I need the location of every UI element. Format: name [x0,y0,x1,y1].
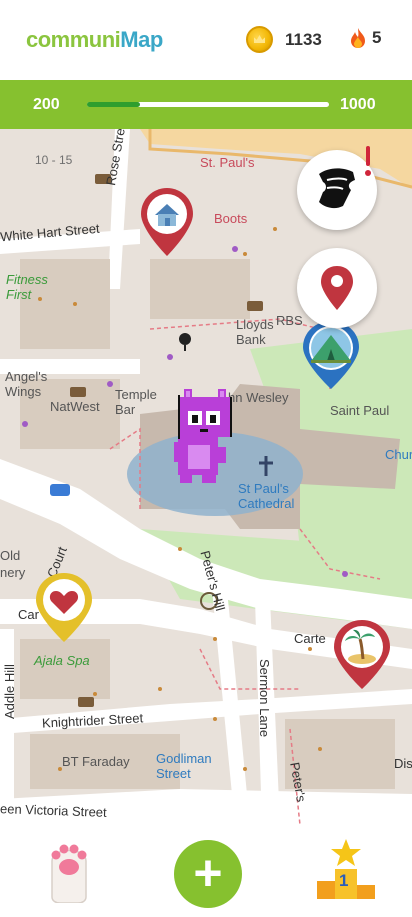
paw-icon[interactable] [44,837,94,903]
home-location-pin[interactable] [137,186,197,258]
bottom-navigation: + 1 [0,825,412,917]
map-label-addle-hill: Addle Hill [2,664,17,719]
map-label-chur: Chur [385,447,412,462]
map-label-nery: nery [0,565,26,580]
map-label-range: 10 - 15 [35,153,73,167]
coin-counter[interactable]: 1133 [246,26,322,53]
map-label-dis: Dis [394,756,412,771]
podium-rank-number: 1 [339,871,349,890]
map-label-carte: Carte [294,631,326,646]
map-label-sermon-lane: Sermon Lane [257,659,272,738]
logo-part-map: Map [120,27,163,52]
leaderboard-button[interactable]: 1 [313,837,379,903]
map-label-natwest: NatWest [50,399,100,414]
map-label-temple-bar: Temple Bar [115,387,157,417]
podium-icon [317,839,375,899]
streak-counter[interactable]: 5 [350,28,381,48]
map-marker-icon [321,266,353,310]
map-label-ajala-spa: Ajala Spa [34,653,90,668]
app-header: communiMap 1133 5 [0,0,412,80]
map-label-bt-faraday: BT Faraday [62,754,130,769]
alert-exclamation-icon [365,146,371,176]
map-label-godliman-street: Godliman Street [156,751,212,781]
player-avatar-cat[interactable] [172,387,238,487]
camping-location-pin[interactable] [300,319,362,391]
map-label-cathedral: St Paul's Cathedral [238,481,295,511]
map-label-old: Old [0,548,21,563]
add-button[interactable]: + [174,840,242,908]
map-label-saint-paul: Saint Paul [330,403,390,418]
streak-count: 5 [372,28,382,47]
progress-fill [87,102,141,107]
coin-icon [246,26,273,53]
level-progress: 200 1000 [0,80,412,129]
flame-icon [351,28,365,48]
favorite-location-pin[interactable] [33,570,95,644]
app-logo: communiMap [26,27,163,53]
coin-count: 1133 [285,29,322,49]
map-label-fitness-first: Fitness First [6,272,48,302]
map-label-boots: Boots [214,211,248,226]
map-view[interactable]: St. Paul's Boots 10 - 15 Rose Street Whi… [0,129,412,825]
progress-max-label: 1000 [340,96,376,113]
beach-location-pin[interactable] [331,617,393,691]
map-label-st-pauls: St. Paul's [200,155,255,170]
progress-min-label: 200 [33,96,60,113]
map-label-lloyds-bank: Lloyds Bank [236,317,274,347]
map-label-angels-wings: Angel's Wings [5,369,48,399]
progress-track [87,102,329,107]
add-location-button[interactable] [297,248,377,328]
logo-part-communi: communi [26,27,121,52]
